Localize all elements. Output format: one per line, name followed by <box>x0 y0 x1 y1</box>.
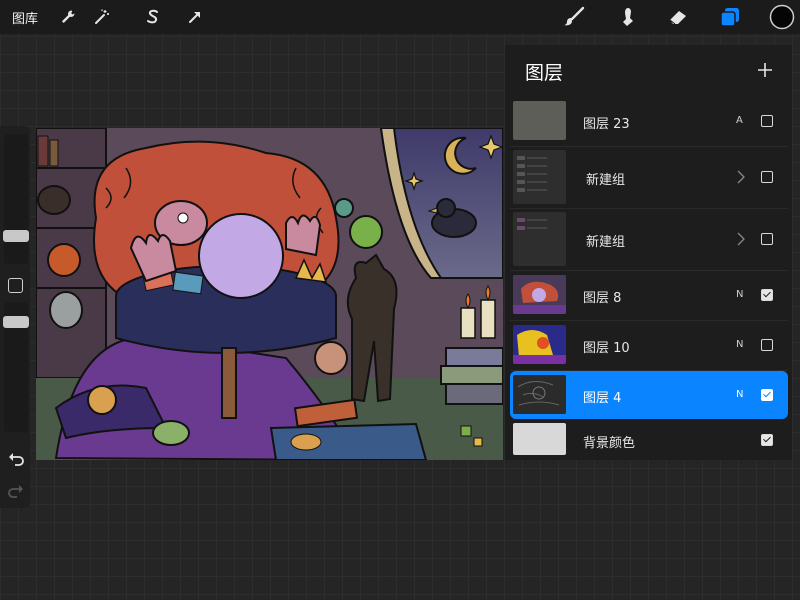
chevron-right-icon[interactable] <box>736 232 746 246</box>
layer-group-row[interactable]: 新建组 <box>510 146 788 209</box>
color-swatch-button[interactable] <box>769 4 795 30</box>
layer-group-row[interactable]: 新建组 <box>510 208 788 271</box>
group-thumbnail <box>513 212 566 266</box>
layer-visibility-checkbox[interactable] <box>761 389 773 401</box>
blend-mode-button[interactable]: A <box>736 115 743 126</box>
layer-thumbnail <box>513 375 566 414</box>
layer-thumbnail <box>513 101 566 140</box>
add-layer-plus-icon[interactable] <box>756 61 774 79</box>
layer-name: 背景颜色 <box>583 436 636 451</box>
magic-wand-icon[interactable] <box>90 5 114 29</box>
group-thumbnail <box>513 150 566 204</box>
undo-icon[interactable] <box>7 450 25 468</box>
layer-row-selected[interactable]: 图层 4 N <box>510 371 788 419</box>
drawing-canvas[interactable] <box>36 128 503 460</box>
group-name: 新建组 <box>586 235 626 250</box>
eraser-icon[interactable] <box>666 5 690 29</box>
left-sidebar <box>0 126 30 508</box>
brush-size-slider[interactable] <box>3 134 29 264</box>
blend-mode-button[interactable]: N <box>736 389 743 400</box>
brush-icon[interactable] <box>562 5 586 29</box>
layers-icon[interactable] <box>718 5 742 29</box>
group-name: 新建组 <box>586 173 626 188</box>
gallery-button[interactable]: 图库 <box>12 8 38 27</box>
layer-visibility-checkbox[interactable] <box>761 171 773 183</box>
layer-visibility-checkbox[interactable] <box>761 434 773 446</box>
layer-visibility-checkbox[interactable] <box>761 233 773 245</box>
layer-name: 图层 10 <box>583 341 630 356</box>
layers-panel: 图层 图层 23 A 新建组 新建组 图层 8 N 图层 10 N 图层 4 N… <box>505 45 792 460</box>
opacity-thumb[interactable] <box>3 316 29 328</box>
layer-visibility-checkbox[interactable] <box>761 289 773 301</box>
arrow-transform-icon[interactable] <box>183 5 207 29</box>
blend-mode-button[interactable]: N <box>736 339 743 350</box>
layer-name: 图层 23 <box>583 117 630 132</box>
selection-s-icon[interactable] <box>141 5 165 29</box>
layer-row[interactable]: 图层 10 N <box>510 320 788 371</box>
top-toolbar: 图库 <box>0 0 800 34</box>
layers-panel-title: 图层 <box>525 62 564 84</box>
redo-icon[interactable] <box>7 482 25 500</box>
modify-button[interactable] <box>8 278 23 293</box>
layer-row[interactable]: 图层 23 A <box>510 96 788 147</box>
background-color-swatch[interactable] <box>513 423 566 455</box>
blend-mode-button[interactable]: N <box>736 289 743 300</box>
layer-name: 图层 4 <box>583 391 622 406</box>
wrench-icon[interactable] <box>56 5 80 29</box>
smudge-icon[interactable] <box>615 5 639 29</box>
brush-size-thumb[interactable] <box>3 230 29 242</box>
artwork-illustration <box>36 128 503 460</box>
layer-visibility-checkbox[interactable] <box>761 339 773 351</box>
layer-thumbnail <box>513 275 566 314</box>
background-color-row[interactable]: 背景颜色 <box>510 421 788 460</box>
layer-thumbnail <box>513 325 566 364</box>
chevron-right-icon[interactable] <box>736 170 746 184</box>
opacity-slider[interactable] <box>3 302 29 432</box>
layer-visibility-checkbox[interactable] <box>761 115 773 127</box>
layer-name: 图层 8 <box>583 291 622 306</box>
layer-row[interactable]: 图层 8 N <box>510 270 788 321</box>
